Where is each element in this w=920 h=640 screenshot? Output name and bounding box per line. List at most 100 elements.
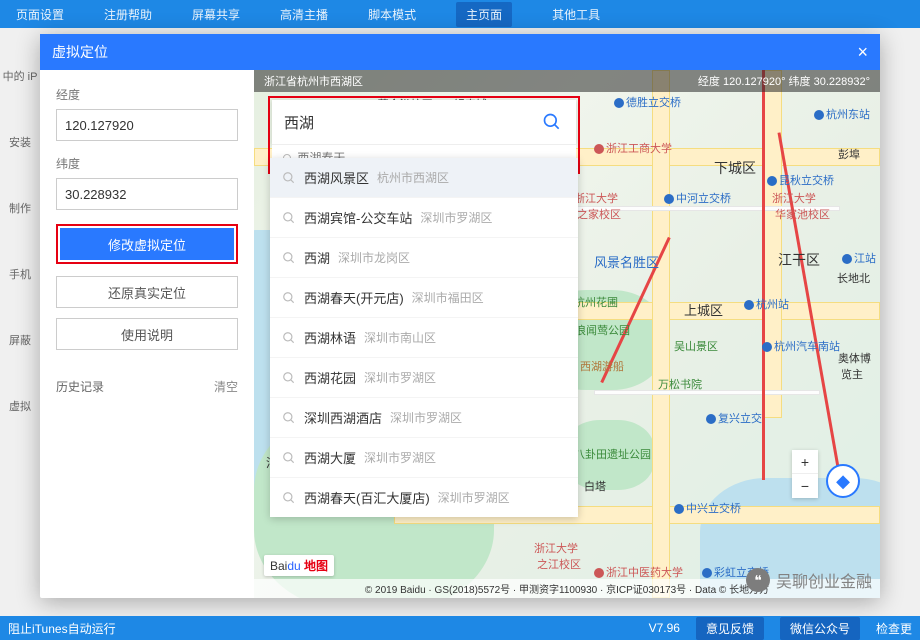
map-pane[interactable]: 浙江省杭州市西湖区 经度 120.127920° 纬度 30.228932° (…	[254, 70, 880, 598]
modal-title: 虚拟定位	[52, 42, 108, 62]
nav-item[interactable]: 高清主播	[280, 6, 328, 23]
poi: 万松书院	[658, 376, 702, 392]
search-icon	[282, 371, 296, 385]
left-strip: 中的 iP 安装 制作 手机 屏蔽 虚拟	[0, 28, 40, 600]
wechat-button[interactable]: 微信公众号	[780, 617, 860, 640]
watermark-text: 吴聊创业金融	[776, 568, 872, 592]
poi: 彭埠	[838, 146, 860, 162]
watermark: ❝ 吴聊创业金融	[746, 568, 872, 592]
left-label: 虚拟	[9, 398, 31, 414]
suggestion-sub: 深圳市南山区	[364, 329, 436, 346]
longitude-label: 经度	[56, 86, 238, 103]
suggestion-name: 西湖宾馆-公交车站	[304, 208, 412, 227]
search-button[interactable]	[528, 100, 576, 144]
nav-item[interactable]: 其他工具	[552, 6, 600, 23]
nav-item[interactable]: 脚本模式	[368, 6, 416, 23]
suggestion-sub: 深圳市罗湖区	[390, 409, 462, 426]
poi: 杭州东站	[814, 106, 870, 122]
left-label: 安装	[9, 134, 31, 150]
poi: 浙江工商大学	[594, 140, 672, 156]
suggestion-name: 西湖林语	[304, 328, 356, 347]
search-icon	[282, 411, 296, 425]
suggestion-name: 西湖春天(开元店)	[304, 288, 404, 307]
suggestion-item[interactable]: 西湖花园深圳市罗湖区	[270, 358, 578, 398]
suggestion-item[interactable]: 西湖大厦深圳市罗湖区	[270, 438, 578, 478]
coords-text: 经度 120.127920° 纬度 30.228932°	[698, 73, 870, 89]
suggestion-item[interactable]: 西湖春天(开元店) 深圳市福田区	[270, 278, 578, 318]
road	[764, 70, 782, 418]
location-text: 浙江省杭州市西湖区	[264, 73, 363, 89]
poi: 奥体博 览主	[838, 350, 874, 382]
itunes-block-label[interactable]: 阻止iTunes自动运行	[8, 620, 116, 637]
baidu-logo: Baidu 地图	[264, 555, 334, 576]
road	[594, 390, 820, 395]
zoom-control: + −	[792, 450, 818, 498]
history-row: 历史记录 清空	[56, 378, 238, 395]
poi: 白塔	[584, 478, 606, 494]
poi: 长地北	[837, 270, 870, 286]
check-update-label[interactable]: 检查更	[876, 620, 912, 637]
compass-icon[interactable]: ◆	[826, 464, 860, 498]
suggestion-item[interactable]: 西湖宾馆-公交车站深圳市罗湖区	[270, 198, 578, 238]
poi: 风景名胜区	[594, 252, 659, 271]
left-label: 制作	[9, 200, 31, 216]
left-label: 中的 iP	[3, 68, 38, 84]
help-button[interactable]: 使用说明	[56, 318, 238, 350]
nav-item[interactable]: 注册帮助	[104, 6, 152, 23]
clear-history-link[interactable]: 清空	[214, 378, 238, 395]
poi: 江站	[842, 250, 876, 266]
poi: 德胜立交桥	[614, 94, 681, 110]
zoom-in-button[interactable]: +	[792, 450, 818, 474]
search-input[interactable]	[272, 100, 528, 144]
poi: 浙江大学 华家池校区	[772, 190, 830, 222]
suggestion-sub: 深圳市福田区	[412, 289, 484, 306]
search-icon	[542, 112, 562, 132]
suggestion-name: 西湖	[304, 248, 330, 267]
poi: 西湖游船	[580, 358, 624, 374]
search-icon	[282, 211, 296, 225]
poi: 杭州站	[744, 296, 789, 312]
search-box	[272, 100, 576, 144]
poi: 中河立交桥	[664, 190, 731, 206]
search-icon	[282, 171, 296, 185]
feedback-button[interactable]: 意见反馈	[696, 617, 764, 640]
suggestion-item[interactable]: 西湖林语深圳市南山区	[270, 318, 578, 358]
search-icon	[282, 331, 296, 345]
suggestion-item[interactable]: 深圳西湖酒店深圳市罗湖区	[270, 398, 578, 438]
suggestion-name: 西湖春天(百汇大厦店)	[304, 488, 430, 507]
highlight-box: 修改虚拟定位	[56, 224, 238, 264]
latitude-input[interactable]	[56, 178, 238, 210]
poi: 中兴立交桥	[674, 500, 741, 516]
suggestion-sub: 深圳市龙岗区	[338, 249, 410, 266]
latitude-label: 纬度	[56, 155, 238, 172]
restore-location-button[interactable]: 还原真实定位	[56, 276, 238, 308]
suggestion-item[interactable]: 西湖春天(百汇大厦店)深圳市罗湖区	[270, 478, 578, 517]
search-icon	[282, 491, 296, 505]
longitude-input[interactable]	[56, 109, 238, 141]
suggestion-sub: 深圳市罗湖区	[420, 209, 492, 226]
suggestion-name: 西湖风景区	[304, 168, 369, 187]
nav-item-active[interactable]: 主页面	[456, 2, 512, 27]
nav-item[interactable]: 屏幕共享	[192, 6, 240, 23]
poi: 复兴立交	[706, 410, 762, 426]
suggestion-item[interactable]: 西湖风景区杭州市西湖区	[270, 158, 578, 198]
left-label: 手机	[9, 266, 31, 282]
map-location-bar: 浙江省杭州市西湖区 经度 120.127920° 纬度 30.228932°	[254, 70, 880, 92]
poi: 下城区	[714, 158, 756, 178]
suggestion-sub: 杭州市西湖区	[377, 169, 449, 186]
history-label: 历史记录	[56, 378, 104, 395]
transit-line	[762, 70, 765, 480]
close-icon[interactable]: ×	[857, 42, 868, 63]
poi: 浙江中医药大学	[594, 564, 683, 580]
suggestion-name: 深圳西湖酒店	[304, 408, 382, 427]
bottom-bar: 阻止iTunes自动运行 V7.96 意见反馈 微信公众号 检查更	[0, 616, 920, 640]
suggestion-item[interactable]: 西湖深圳市龙岗区	[270, 238, 578, 278]
zoom-out-button[interactable]: −	[792, 474, 818, 498]
top-navigation: 页面设置 注册帮助 屏幕共享 高清主播 脚本模式 主页面 其他工具	[0, 0, 920, 28]
suggestion-name: 西湖花园	[304, 368, 356, 387]
poi: 杭州汽车南站	[762, 338, 840, 354]
modify-location-button[interactable]: 修改虚拟定位	[60, 228, 234, 260]
poi: 江干区	[778, 250, 820, 270]
nav-item[interactable]: 页面设置	[16, 6, 64, 23]
poi: 杭州花圃	[574, 294, 618, 310]
